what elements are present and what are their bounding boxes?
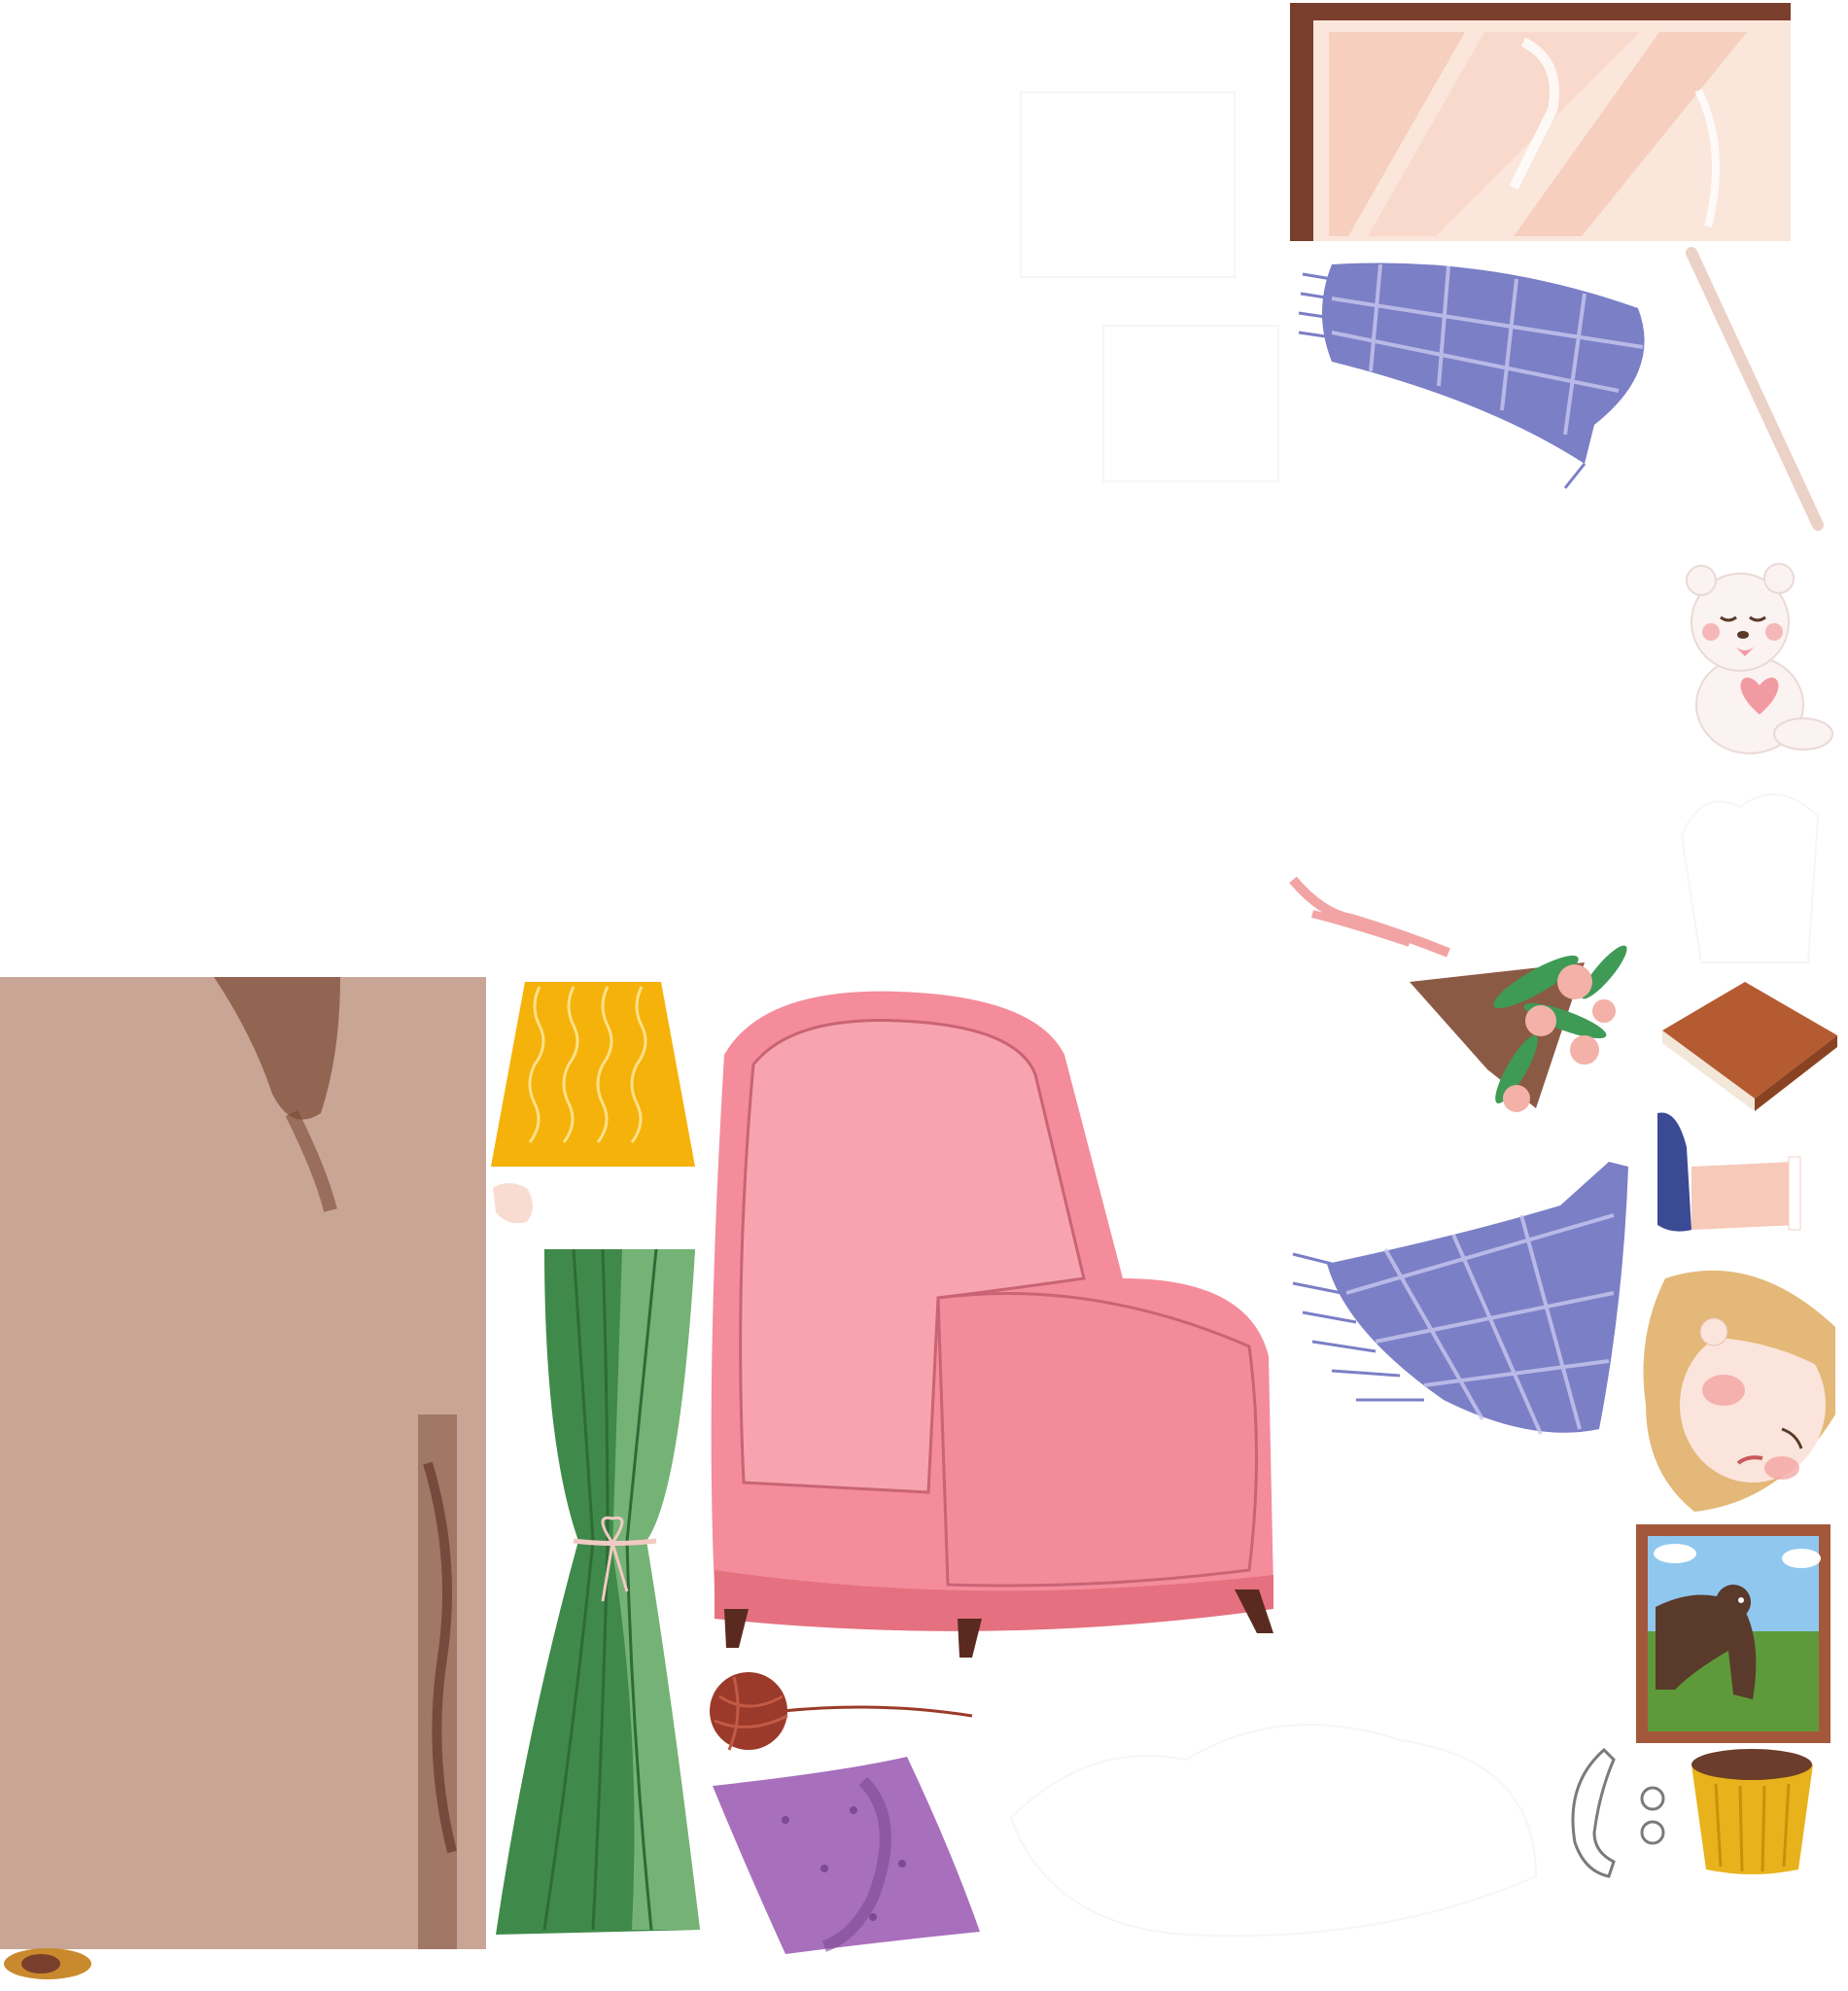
hand-sprite <box>488 1178 539 1227</box>
wooden-door-sprite <box>0 977 486 1949</box>
slipper-sprite <box>2 1946 94 1981</box>
curtain-rod-sprite <box>1682 247 1828 531</box>
sleeping-girl-head-sprite <box>1636 1259 1840 1517</box>
framed-bear-painting-sprite <box>1636 1524 1831 1743</box>
yarn-ball-sprite <box>705 1667 977 1755</box>
window-sprite <box>1290 3 1791 241</box>
teddy-bear-sprite <box>1667 559 1837 763</box>
pink-armchair-sprite <box>705 987 1283 1658</box>
floor-lamp-shade-sprite <box>486 977 700 1171</box>
purple-cushion-sprite <box>708 1752 985 1956</box>
book-sprite <box>1653 977 1842 1113</box>
plaid-blanket-draped-sprite <box>1288 1157 1628 1449</box>
outline-sketch-sprite <box>1016 87 1239 282</box>
sprite-sheet <box>0 0 1848 1991</box>
outline-sketch-sprite <box>992 1701 1555 1954</box>
flower-bouquet-sprite <box>1289 875 1653 1147</box>
leg-with-sneaker-sprite <box>1648 1108 1808 1240</box>
glove-outline-sprite <box>1662 778 1837 972</box>
green-curtain-sprite <box>486 1248 705 1944</box>
cup-handle-sprite <box>1560 1745 1677 1881</box>
outline-sketch-sprite <box>1098 321 1283 486</box>
coffee-cup-sprite <box>1687 1745 1818 1876</box>
plaid-blanket-folded-sprite <box>1293 255 1662 489</box>
